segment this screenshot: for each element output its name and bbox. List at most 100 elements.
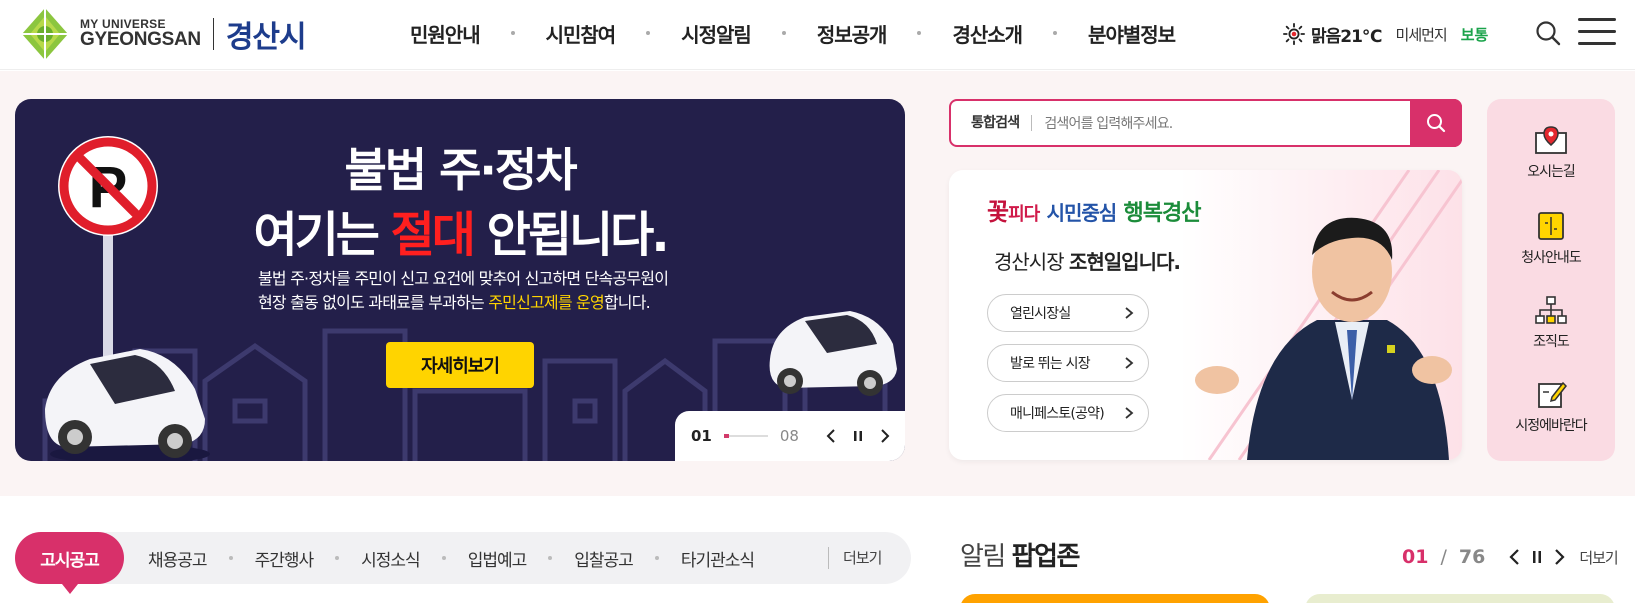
search-label: 통합검색 [971,115,1033,131]
popup-controls: 01 / 76 더보기 [1402,545,1619,569]
next-arrow-icon[interactable] [1551,548,1567,566]
logo-korean: 경산시 [225,20,307,55]
tab-recruitment[interactable]: 채용공고 [148,546,208,571]
prev-arrow-icon[interactable] [823,427,841,445]
tab-city-news[interactable]: 시정소식 [361,546,421,571]
nav-item-participation[interactable]: 시민참여 [546,19,617,48]
white-car-illustration [769,311,897,396]
banner-subtitle-a: 여기는 [253,207,391,263]
nav-item-information[interactable]: 정보공개 [817,19,888,48]
slide-total: 08 [779,427,799,445]
chevron-right-icon [1125,307,1134,319]
nav-separator [510,31,515,35]
tab-separator [441,556,446,560]
search-input[interactable]: 검색어를 입력해주세요. [1044,113,1173,133]
tab-separator [228,556,233,560]
board-more-link[interactable]: 더보기 [828,547,882,569]
nav-item-fields[interactable]: 분야별정보 [1088,19,1176,48]
weather-text: 맑음21℃ [1311,26,1383,47]
banner-subtitle-b: 안됩니다. [472,207,670,263]
banner-desc-line2-b: 합니다. [603,293,651,312]
prev-arrow-icon[interactable] [1507,548,1523,566]
mayor-link-label: 매니페스토(공약) [1010,406,1105,422]
mayor-link-running-mayor[interactable]: 발로 뛰는 시장 [987,344,1149,382]
search-icon [1427,114,1446,133]
mayor-greeting: 경산시장 조현일입니다. [994,246,1181,275]
tab-announcement[interactable]: 고시공고 [15,532,124,594]
chevron-right-icon [1125,407,1134,419]
chevron-right-icon [1125,357,1134,369]
mayor-link-manifesto[interactable]: 매니페스토(공약) [987,394,1149,432]
banner-subtitle: 여기는 절대 안됩니다. [15,195,905,265]
map-pin-icon [1535,126,1567,154]
nav-item-about[interactable]: 경산소개 [952,19,1023,48]
edit-note-icon [1538,381,1568,408]
slide-current: 01 [691,427,712,445]
quick-link-suggestion[interactable]: 시정에바란다 [1487,379,1615,435]
tab-legislation[interactable]: 입법예고 [468,546,528,571]
main-nav: 민원안내 시민참여 시정알림 정보공개 경산소개 분야별정보 [410,18,1176,48]
mayor-name-prefix: 경산시장 [994,250,1069,274]
tab-separator [654,556,659,560]
nav-item-notice[interactable]: 시정알림 [681,19,752,48]
logo-divider [212,18,214,50]
quick-links-panel: 오시는길 청사안내도 조직도 시정에바란다 [1487,99,1615,461]
mayor-link-label: 발로 뛰는 시장 [1010,356,1091,372]
nav-item-civil[interactable]: 민원안내 [410,19,481,48]
site-header: MY UNIVERSE GYEONGSAN 경산시 민원안내 시민참여 시정알림… [0,0,1635,70]
banner-desc-line2-a: 현장 출동 없이도 과태료를 부과하는 [258,293,489,312]
nav-separator [646,31,651,35]
banner-slider-controls: 01 08 [675,411,905,461]
sun-icon [1283,23,1305,45]
tab-list: 채용공고 주간행사 시정소식 입법예고 입찰공고 타기관소식 [148,532,755,584]
mayor-photo [1195,217,1452,460]
quick-link-organization[interactable]: 조직도 [1487,295,1615,351]
quick-link-label: 오시는길 [1527,164,1576,180]
mayor-name: 조현일입니다. [1068,250,1181,274]
org-chart-icon [1535,296,1567,324]
slogan-bloom: 피다 [1008,204,1040,225]
main-banner[interactable]: P 불법 주·정차 여기는 절대 안됩니다. 불법 주·정차를 주민이 신고 요… [15,99,905,461]
quick-link-label: 청사안내도 [1521,250,1581,266]
pause-icon[interactable] [849,427,867,445]
popup-total: 76 [1458,546,1486,568]
quick-link-directions[interactable]: 오시는길 [1487,125,1615,181]
tab-separator [548,556,553,560]
slide-progress-bar [723,434,768,438]
popup-card[interactable] [960,594,1270,603]
hamburger-menu-icon[interactable] [1578,18,1616,48]
pause-icon[interactable] [1529,548,1545,566]
banner-desc-line1: 불법 주·정차를 주민이 신고 요건에 맞추어 신고하면 단속공무원이 [258,269,669,288]
banner-subtitle-emphasis: 절대 [390,207,476,263]
search-button[interactable] [1410,99,1462,147]
logo-big-text: GYEONGSAN [80,29,201,51]
popup-separator: / [1440,546,1447,568]
nav-separator [1053,31,1058,35]
popup-zone-title: 알림 팝업존 [960,536,1081,573]
popup-current: 01 [1402,546,1429,568]
tab-bidding[interactable]: 입찰공고 [574,546,634,571]
search-icon[interactable] [1535,20,1561,46]
logo-english: MY UNIVERSE GYEONGSAN [80,18,201,51]
tab-weekly-events[interactable]: 주간행사 [255,546,315,571]
nav-separator [917,31,922,35]
mayor-card: 꽃피다 시민중심 행복경산 경산시장 조현일입니다. 열린시장실 발로 뛰는 시… [949,170,1462,460]
site-logo[interactable]: MY UNIVERSE GYEONGSAN 경산시 [16,6,316,62]
quick-link-label: 시정에바란다 [1515,418,1587,434]
board-tabs: 고시공고 채용공고 주간행사 시정소식 입법예고 입찰공고 타기관소식 더보기 [15,532,911,594]
white-car-illustration [45,349,210,461]
next-arrow-icon[interactable] [875,427,893,445]
popup-title-a: 알림 [960,542,1012,572]
popup-title-b: 팝업존 [1011,542,1081,572]
slogan-citizen: 시민중심 [1046,201,1118,225]
banner-detail-button[interactable]: 자세히보기 [386,342,534,388]
mayor-slogan: 꽃피다 시민중심 행복경산 [987,192,1202,227]
quick-link-building-guide[interactable]: 청사안내도 [1487,211,1615,267]
tab-other-agencies[interactable]: 타기관소식 [681,546,755,571]
popup-more-link[interactable]: 더보기 [1579,547,1618,568]
integrated-search: 통합검색 검색어를 입력해주세요. [949,99,1462,147]
tab-separator [335,556,340,560]
popup-card[interactable] [1305,594,1615,603]
mayor-link-open-office[interactable]: 열린시장실 [987,294,1149,332]
dust-value: 보통 [1460,25,1489,44]
